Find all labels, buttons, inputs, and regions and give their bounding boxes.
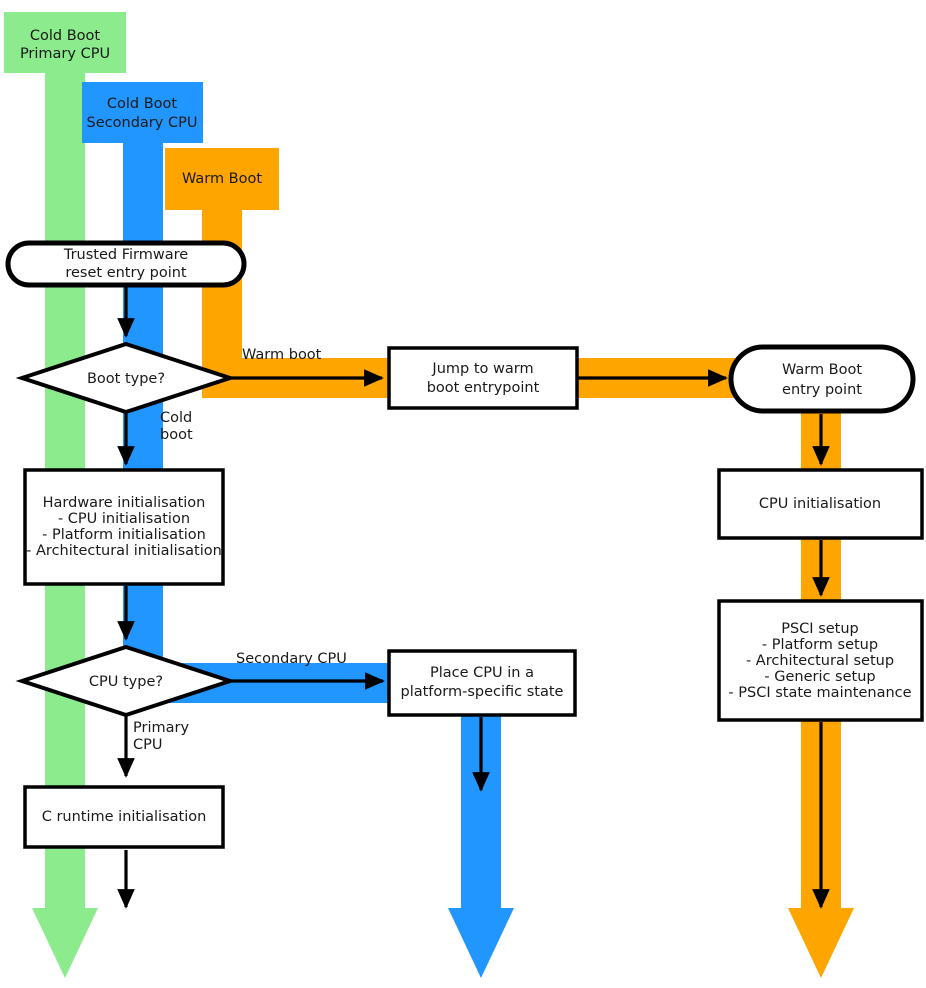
flow-band-green-arrowhead xyxy=(32,908,98,978)
node-reset-entry-point[interactable]: Trusted Firmware reset entry point xyxy=(5,240,247,288)
node-hardware-initialisation-line4: - Architectural initialisation xyxy=(26,543,222,559)
node-psci-setup-line2: - Platform setup xyxy=(762,637,878,653)
flow-band-orange-arrowhead xyxy=(788,908,854,978)
node-psci-setup-line1: PSCI setup xyxy=(781,621,859,637)
node-reset-entry-point-line1: Trusted Firmware xyxy=(63,247,188,263)
edge-label-primary-cpu-line2: CPU xyxy=(133,737,162,753)
node-warm-boot-entry-point[interactable]: Warm Boot entry point xyxy=(728,344,916,414)
node-place-cpu-platform-specific-state[interactable]: Place CPU in a platform-specific state xyxy=(387,649,577,717)
node-warm-boot-entry-point-line1: Warm Boot xyxy=(782,362,862,378)
node-cpu-type-label: CPU type? xyxy=(89,674,163,690)
edge-label-primary-cpu-line1: Primary xyxy=(133,720,189,736)
flowchart-diagram: Cold Boot Primary CPU Cold Boot Secondar… xyxy=(0,0,926,988)
legend-label-cold-boot-secondary-line2: Secondary CPU xyxy=(87,115,198,131)
node-psci-setup-line4: - Generic setup xyxy=(764,669,875,685)
flowchart-canvas: Cold Boot Primary CPU Cold Boot Secondar… xyxy=(4,12,924,978)
node-hardware-initialisation-line1: Hardware initialisation xyxy=(43,495,206,511)
node-warm-boot-entry-point-shape xyxy=(728,344,916,414)
flow-band-warm-boot xyxy=(165,148,854,978)
node-cpu-initialisation[interactable]: CPU initialisation xyxy=(717,468,924,540)
node-hardware-initialisation-line2: - CPU initialisation xyxy=(58,511,190,527)
node-reset-entry-point-line2: reset entry point xyxy=(65,265,187,281)
node-psci-setup-line5: - PSCI state maintenance xyxy=(728,685,911,701)
flow-band-blue-arrowhead xyxy=(448,908,514,978)
node-c-runtime-initialisation[interactable]: C runtime initialisation xyxy=(23,785,225,849)
legend-label-cold-boot-secondary-line1: Cold Boot xyxy=(107,96,178,112)
node-jump-to-warm-boot-entrypoint[interactable]: Jump to warm boot entrypoint xyxy=(387,346,579,410)
legend-label-cold-boot-primary-line1: Cold Boot xyxy=(30,28,101,44)
edge-label-cold-boot-line1: Cold xyxy=(160,410,192,426)
node-hardware-initialisation-line3: - Platform initialisation xyxy=(42,527,206,543)
node-jump-to-warm-boot-entrypoint-shape xyxy=(387,346,579,410)
node-jump-to-warm-boot-entrypoint-line1: Jump to warm xyxy=(431,361,533,377)
node-psci-setup-line3: - Architectural setup xyxy=(746,653,894,669)
legend-warm-boot: Warm Boot xyxy=(182,171,262,187)
node-hardware-initialisation[interactable]: Hardware initialisation - CPU initialisa… xyxy=(23,468,225,586)
edge-label-secondary-cpu: Secondary CPU xyxy=(236,651,347,667)
node-c-runtime-initialisation-label: C runtime initialisation xyxy=(42,809,207,825)
edge-label-warm-boot: Warm boot xyxy=(242,347,322,363)
node-place-cpu-platform-specific-state-shape xyxy=(387,649,577,717)
legend-label-warm-boot: Warm Boot xyxy=(182,171,262,187)
edge-label-cold-boot-line2: boot xyxy=(160,427,193,443)
legend-label-cold-boot-primary-line2: Primary CPU xyxy=(20,46,110,62)
node-cpu-initialisation-label: CPU initialisation xyxy=(759,496,881,512)
node-place-cpu-line1: Place CPU in a xyxy=(430,665,534,681)
node-psci-setup[interactable]: PSCI setup - Platform setup - Architectu… xyxy=(717,599,924,722)
node-place-cpu-line2: platform-specific state xyxy=(401,684,564,700)
legend-swatch-cold-boot-secondary xyxy=(82,82,203,143)
node-jump-to-warm-boot-entrypoint-line2: boot entrypoint xyxy=(427,380,540,396)
node-boot-type-label: Boot type? xyxy=(87,371,165,387)
node-warm-boot-entry-point-line2: entry point xyxy=(782,382,862,398)
